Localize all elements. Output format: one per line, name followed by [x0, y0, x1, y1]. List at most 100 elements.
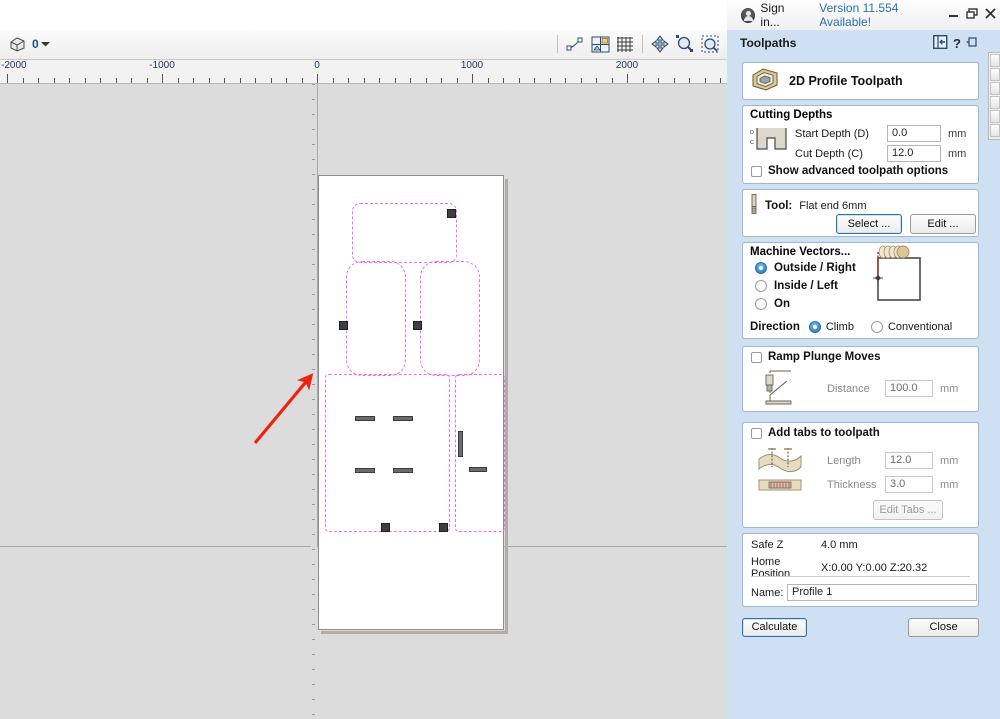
slot-vector-e[interactable]	[469, 467, 487, 472]
start-node-top-panel[interactable]	[447, 209, 456, 218]
layer-selector[interactable]: 0	[32, 37, 50, 51]
minimize-icon[interactable]	[948, 8, 959, 22]
ruler-major-tick	[627, 74, 628, 83]
right-vertical-toolbar[interactable]	[988, 52, 1000, 140]
pan-view-icon[interactable]	[649, 33, 671, 55]
restore-icon[interactable]	[966, 8, 978, 22]
help-icon[interactable]: ?	[953, 36, 961, 51]
edit-tool-button[interactable]: Edit ...	[910, 214, 976, 234]
vtool-button-2[interactable]	[990, 68, 1000, 81]
radio-conventional[interactable]	[870, 321, 883, 333]
cut-depth-label: Cut Depth (C)	[795, 147, 863, 160]
vtool-button-3[interactable]	[990, 82, 1000, 95]
slot-vector-d[interactable]	[393, 468, 413, 473]
vtool-button-5[interactable]	[990, 110, 1000, 123]
toolpath-list-icon[interactable]	[933, 34, 948, 52]
slot-vector-a[interactable]	[355, 416, 375, 421]
close-icon[interactable]	[985, 8, 996, 22]
slot-vector-vertical[interactable]	[458, 431, 463, 457]
cutting-depth-diagram: D C	[749, 125, 793, 156]
ruler-minor-tick	[332, 78, 334, 83]
safe-z-label: Safe Z	[751, 539, 784, 551]
edit-tabs-button[interactable]: Edit Tabs ...	[873, 500, 943, 520]
sign-in-button[interactable]: Sign in...	[741, 1, 805, 29]
zoom-in-icon[interactable]	[674, 33, 696, 55]
radio-inside-left[interactable]	[755, 280, 767, 292]
vtool-button-6[interactable]	[990, 124, 1000, 137]
chevron-down-icon[interactable]	[40, 41, 50, 47]
vruler-tick	[312, 564, 315, 565]
ruler-minor-tick	[503, 78, 504, 83]
ruler-minor-tick	[565, 78, 566, 83]
radio-on[interactable]	[755, 298, 767, 310]
start-depth-input[interactable]: 0.0	[887, 125, 941, 142]
vector-panel-right-mid[interactable]	[420, 261, 480, 376]
option-on[interactable]: On	[755, 298, 790, 310]
option-outside-right-label: Outside / Right	[774, 262, 856, 274]
slot-vector-c[interactable]	[355, 468, 375, 473]
select-tool-button[interactable]: Select ...	[836, 214, 902, 234]
direction-conventional-option[interactable]: Conventional	[870, 321, 952, 333]
option-outside-right[interactable]: Outside / Right	[755, 262, 856, 274]
vruler-tick	[312, 189, 315, 190]
ramp-distance-input[interactable]: 100.0	[885, 380, 933, 397]
horizontal-ruler[interactable]: -2000 -1000 0 1000 2000	[0, 60, 727, 84]
ruler-minor-tick	[658, 78, 659, 83]
material-sheet[interactable]	[318, 175, 505, 630]
tab-thickness-input[interactable]: 3.0	[885, 476, 933, 493]
vruler-tick	[312, 639, 315, 640]
start-node-right-panel[interactable]	[413, 321, 422, 330]
vector-panel-bottom-left[interactable]	[325, 374, 450, 532]
ruler-minor-tick	[611, 78, 613, 83]
ramp-plunge-checkbox-box[interactable]	[751, 351, 762, 363]
vtool-button-1[interactable]	[990, 54, 1000, 67]
tab-thickness-label: Thickness	[827, 478, 877, 491]
vruler-tick	[312, 474, 315, 475]
ramp-plunge-checkbox[interactable]: Ramp Plunge Moves	[751, 351, 880, 363]
design-canvas[interactable]	[0, 84, 727, 719]
ruler-minor-tick	[425, 78, 427, 83]
slot-vector-b[interactable]	[393, 416, 413, 421]
material-setup-icon[interactable]	[6, 33, 28, 55]
tool-label: Tool:	[765, 199, 793, 212]
ruler-minor-tick	[534, 78, 535, 83]
ramp-plunge-title: Ramp Plunge Moves	[768, 351, 881, 363]
add-tabs-checkbox-box[interactable]	[751, 427, 762, 439]
vruler-tick	[312, 219, 315, 220]
start-node-left-panel[interactable]	[339, 321, 348, 330]
vtool-button-4[interactable]	[990, 96, 1000, 109]
start-node-bottom-left[interactable]	[381, 523, 390, 532]
start-node-bottom-right[interactable]	[439, 523, 448, 532]
close-button[interactable]: Close	[908, 618, 979, 637]
vruler-tick	[312, 144, 315, 145]
vruler-tick	[312, 519, 315, 520]
vruler-tick	[312, 384, 315, 385]
zoom-to-selection-icon[interactable]	[699, 33, 721, 55]
window-titlebar: Sign in... Version 11.554 Available!	[727, 0, 1000, 30]
radio-outside-right[interactable]	[755, 262, 767, 274]
vector-panel-top[interactable]	[352, 203, 457, 263]
safe-z-value: 4.0 mm	[821, 539, 858, 551]
add-tabs-checkbox[interactable]: Add tabs to toolpath	[751, 427, 880, 439]
advanced-options-checkbox-box[interactable]	[751, 165, 762, 177]
vruler-tick	[312, 579, 315, 580]
ruler-minor-tick	[53, 78, 55, 83]
option-inside-left[interactable]: Inside / Left	[755, 280, 838, 292]
show-hide-vectors-icon[interactable]	[589, 33, 611, 55]
show-advanced-options-checkbox[interactable]: Show advanced toolpath options	[751, 165, 948, 177]
snap-grid-icon[interactable]	[614, 33, 636, 55]
cut-depth-input[interactable]: 12.0	[887, 145, 941, 162]
vector-panel-left-mid[interactable]	[346, 261, 406, 376]
calculate-button[interactable]: Calculate	[742, 618, 807, 637]
start-depth-label: Start Depth (D)	[795, 127, 869, 140]
sign-in-label: Sign in...	[760, 1, 785, 29]
tab-length-unit: mm	[940, 454, 959, 467]
direction-climb-option[interactable]: Climb	[808, 321, 854, 333]
toolpath-name-input[interactable]: Profile 1	[787, 584, 977, 601]
tab-length-input[interactable]: 12.0	[885, 452, 933, 469]
version-notice-link[interactable]: Version 11.554 Available!	[819, 1, 948, 29]
pin-icon[interactable]	[966, 36, 978, 51]
radio-climb[interactable]	[808, 321, 821, 333]
direction-label: Direction	[750, 321, 800, 333]
node-edit-icon[interactable]	[564, 33, 586, 55]
